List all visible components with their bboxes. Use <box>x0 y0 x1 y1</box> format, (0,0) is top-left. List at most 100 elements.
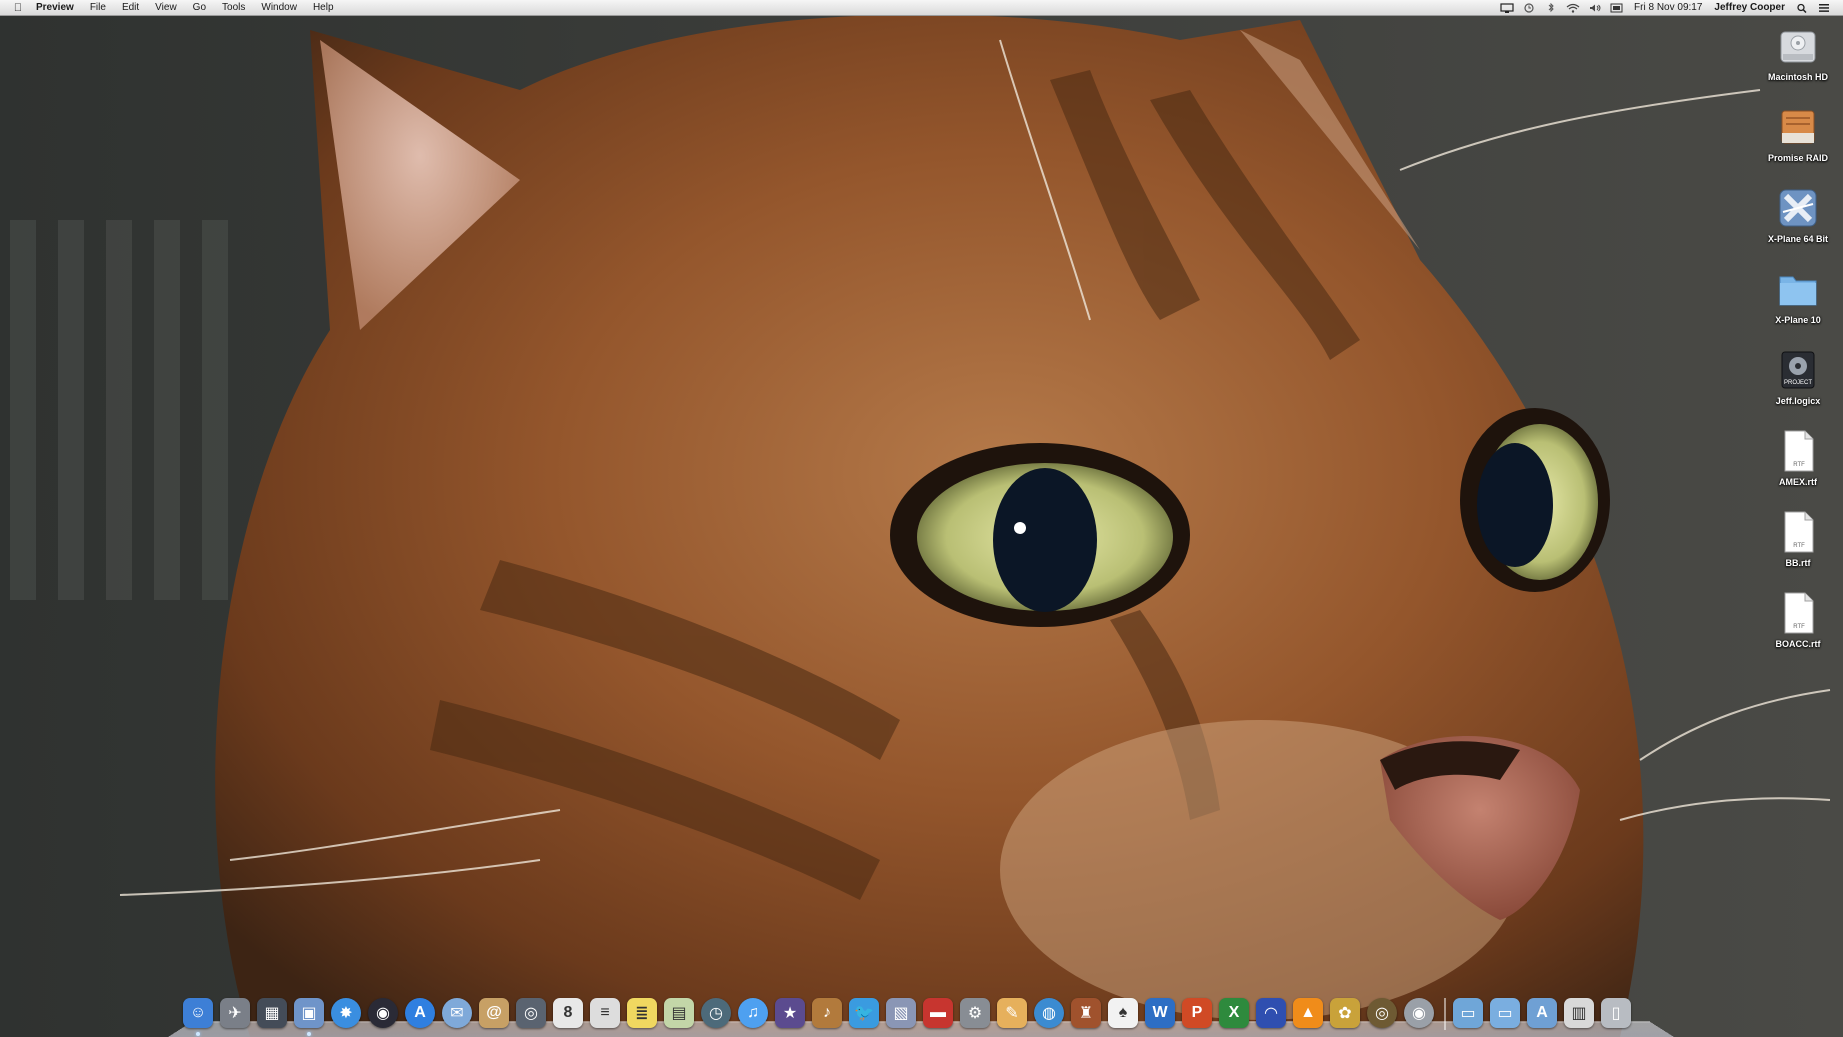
dock-item-applications-stack[interactable]: ▭ <box>1452 996 1484 1030</box>
twitter-icon: 🐦 <box>849 998 879 1028</box>
desktop-item-xplane-10[interactable]: X-Plane 10 <box>1753 263 1843 344</box>
menu-clock[interactable]: Fri 8 Nov 09:17 <box>1628 2 1708 13</box>
dock-item-pages[interactable]: ✎ <box>996 996 1028 1030</box>
time-machine-icon[interactable] <box>1522 2 1536 13</box>
dock-item-preview[interactable]: ▣ <box>293 996 325 1036</box>
dock-item-network-globe[interactable]: ◍ <box>1033 996 1065 1030</box>
dock-item-powerpoint[interactable]: P <box>1181 996 1213 1030</box>
dock-item-system-preferences[interactable]: ⚙ <box>959 996 991 1030</box>
menu-go[interactable]: Go <box>185 0 214 15</box>
menu-extras: Fri 8 Nov 09:17 Jeffrey Cooper <box>1496 0 1843 15</box>
dock-item-stickies[interactable]: ≣ <box>626 996 658 1030</box>
garageband-icon: ♪ <box>812 998 842 1028</box>
mail-bird-icon: ✉ <box>442 998 472 1028</box>
dock-item-downloads-stack[interactable]: A <box>1526 996 1558 1030</box>
dock-item-calendar[interactable]: 8 <box>552 996 584 1030</box>
dock-item-pineapple[interactable]: ✿ <box>1329 996 1361 1030</box>
dock-item-textedit[interactable]: ≡ <box>589 996 621 1030</box>
menu-view[interactable]: View <box>147 0 185 15</box>
dock-item-iphoto[interactable]: ▤ <box>663 996 695 1030</box>
word-icon: W <box>1145 998 1175 1028</box>
dock-item-address-book[interactable]: @ <box>478 996 510 1030</box>
dock-item-word[interactable]: W <box>1144 996 1176 1030</box>
stickies-icon: ≣ <box>627 998 657 1028</box>
aperture-icon: ◉ <box>368 998 398 1028</box>
dock-item-dvd-player[interactable]: ◉ <box>1403 996 1435 1030</box>
desktop-item-macintosh-hd[interactable]: Macintosh HD <box>1753 20 1843 101</box>
preview-icon: ▣ <box>294 998 324 1028</box>
dock-item-finder-stack[interactable]: ▥ <box>1563 996 1595 1030</box>
project-badge: PROJECT <box>1784 380 1812 386</box>
dock-item-twitter[interactable]: 🐦 <box>848 996 880 1030</box>
applications-stack-icon: ▭ <box>1453 998 1483 1028</box>
wifi-icon[interactable] <box>1566 3 1580 13</box>
dock-item-time-machine[interactable]: ◷ <box>700 996 732 1030</box>
dock-item-solitaire[interactable]: ♠ <box>1107 996 1139 1030</box>
dock-item-mission-control[interactable]: ▦ <box>256 996 288 1030</box>
menu-app-preview[interactable]: Preview <box>28 0 82 15</box>
network-globe-icon: ◍ <box>1034 998 1064 1028</box>
itunes-icon: ♫ <box>738 998 768 1028</box>
dock-item-documents-stack[interactable]: ▭ <box>1489 996 1521 1030</box>
facetime-icon: ◎ <box>516 998 546 1028</box>
dock-item-games[interactable]: ♜ <box>1070 996 1102 1030</box>
documents-stack-icon: ▭ <box>1490 998 1520 1028</box>
desktop-item-xplane-64[interactable]: X-Plane 64 Bit <box>1753 182 1843 263</box>
dock-item-app-store[interactable]: A <box>404 996 436 1030</box>
display-icon[interactable] <box>1500 2 1514 13</box>
desktop-screen:  Preview File Edit View Go Tools Window… <box>0 0 1843 1037</box>
games-icon: ♜ <box>1071 998 1101 1028</box>
menu-help[interactable]: Help <box>305 0 342 15</box>
dock-item-headphones[interactable]: ◠ <box>1255 996 1287 1030</box>
desktop-item-bb-rtf[interactable]: RTF BB.rtf <box>1753 506 1843 587</box>
notification-center-icon[interactable] <box>1817 3 1831 13</box>
menu-user-name[interactable]: Jeffrey Cooper <box>1708 2 1791 13</box>
dock-item-garageband[interactable]: ♪ <box>811 996 843 1030</box>
external-drive-icon <box>1781 110 1815 144</box>
menu-edit[interactable]: Edit <box>114 0 147 15</box>
dock-item-photo-stack[interactable]: ▬ <box>922 996 954 1030</box>
dock-item-imovie[interactable]: ★ <box>774 996 806 1030</box>
trash-icon: ▯ <box>1601 998 1631 1028</box>
battery-icon[interactable] <box>1610 3 1624 13</box>
dock-item-launchpad[interactable]: ✈ <box>219 996 251 1030</box>
calendar-icon: 8 <box>553 998 583 1028</box>
apple-menu-icon[interactable]:  <box>8 2 28 14</box>
menu-window[interactable]: Window <box>253 0 305 15</box>
rtf-badge: RTF <box>1793 543 1805 549</box>
imovie-icon: ★ <box>775 998 805 1028</box>
dock-item-trash[interactable]: ▯ <box>1600 996 1632 1030</box>
dock-item-excel[interactable]: X <box>1218 996 1250 1030</box>
mission-control-icon: ▦ <box>257 998 287 1028</box>
desktop-item-label: X-Plane 64 Bit <box>1767 234 1829 244</box>
system-preferences-icon: ⚙ <box>960 998 990 1028</box>
dock-item-finder[interactable]: ☺ <box>182 996 214 1036</box>
headphones-icon: ◠ <box>1256 998 1286 1028</box>
dock-icons: ☺ ✈ ▦ ▣ ✸ ◉ A ✉ @ ◎ 8 ≡ ≣ ▤ ◷ ♫ ★ ♪ 🐦 ▧ ▬ ⚙ ✎ ◍ ♜ ♠ W P X ◠ ▲ ✿ ◎ ◉ ▭ ▭ A ▥ ▯ <box>182 994 1637 1036</box>
dock-item-facetime[interactable]: ◎ <box>515 996 547 1030</box>
spotlight-search-icon[interactable] <box>1795 3 1809 13</box>
iphoto-icon: ▤ <box>664 998 694 1028</box>
dock-item-vlc[interactable]: ▲ <box>1292 996 1324 1030</box>
bluetooth-icon[interactable] <box>1544 2 1558 13</box>
dock-item-coin[interactable]: ◎ <box>1366 996 1398 1030</box>
logic-project-icon: PROJECT <box>1781 351 1815 389</box>
rtf-document-icon: RTF <box>1784 592 1814 634</box>
desktop-item-promise-raid[interactable]: Promise RAID <box>1753 101 1843 182</box>
dock-item-itunes[interactable]: ♫ <box>737 996 769 1030</box>
dock-item-aperture[interactable]: ◉ <box>367 996 399 1030</box>
textedit-icon: ≡ <box>590 998 620 1028</box>
menu-file[interactable]: File <box>82 0 114 15</box>
volume-icon[interactable] <box>1588 3 1602 13</box>
desktop-item-amex-rtf[interactable]: RTF AMEX.rtf <box>1753 425 1843 506</box>
menu-tools[interactable]: Tools <box>214 0 253 15</box>
powerpoint-icon: P <box>1182 998 1212 1028</box>
dock-item-mail-bird[interactable]: ✉ <box>441 996 473 1030</box>
desktop-item-boacc-rtf[interactable]: RTF BOACC.rtf <box>1753 587 1843 668</box>
app-store-icon: A <box>405 998 435 1028</box>
dock-item-safari[interactable]: ✸ <box>330 996 362 1030</box>
dock-item-photo-booth[interactable]: ▧ <box>885 996 917 1030</box>
desktop-item-label: BOACC.rtf <box>1775 639 1821 649</box>
desktop-item-label: Jeff.logicx <box>1775 396 1821 406</box>
desktop-item-jeff-logicx[interactable]: PROJECT Jeff.logicx <box>1753 344 1843 425</box>
